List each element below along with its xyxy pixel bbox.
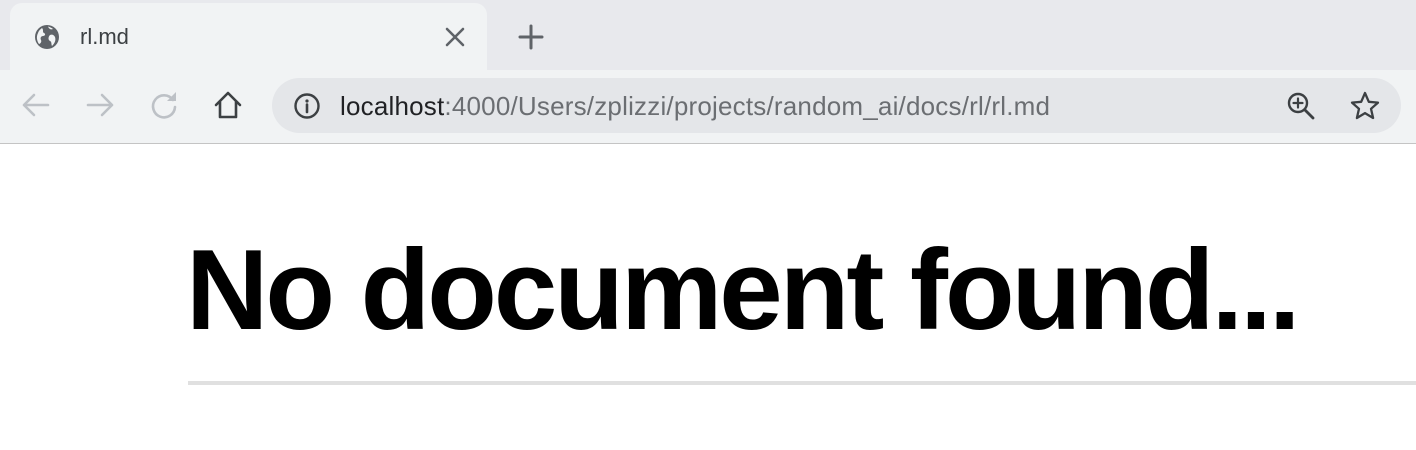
heading-divider <box>188 381 1416 385</box>
globe-icon <box>33 23 61 51</box>
reload-icon[interactable] <box>147 88 181 122</box>
address-bar[interactable]: localhost:4000/Users/zplizzi/projects/ra… <box>272 78 1401 133</box>
browser-tab-active[interactable]: rl.md <box>10 3 487 70</box>
page-content: No document found... <box>0 144 1416 450</box>
arrow-left-icon[interactable] <box>19 88 53 122</box>
home-icon[interactable] <box>211 88 245 122</box>
url-host: localhost <box>340 91 445 121</box>
close-icon[interactable] <box>442 24 468 50</box>
info-icon[interactable] <box>293 92 321 120</box>
zoom-in-icon[interactable] <box>1285 90 1317 122</box>
tab-title: rl.md <box>80 24 129 49</box>
url-text[interactable]: localhost:4000/Users/zplizzi/projects/ra… <box>340 91 1050 121</box>
tab-strip: rl.md <box>0 0 1416 70</box>
page-title: No document found... <box>186 227 1301 354</box>
star-icon[interactable] <box>1349 90 1381 122</box>
plus-icon[interactable] <box>516 22 546 52</box>
arrow-right-icon[interactable] <box>83 88 117 122</box>
url-path: :4000/Users/zplizzi/projects/random_ai/d… <box>444 91 1051 121</box>
browser-toolbar: localhost:4000/Users/zplizzi/projects/ra… <box>0 70 1416 144</box>
